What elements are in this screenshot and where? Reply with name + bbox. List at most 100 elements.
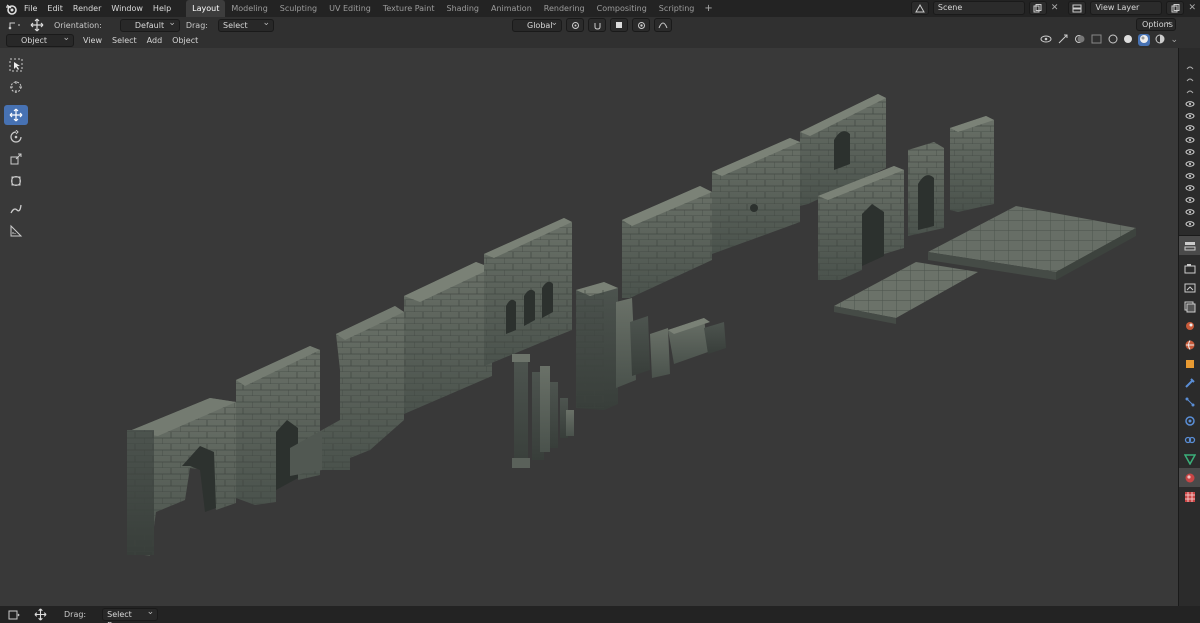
menu-file[interactable]: File xyxy=(19,0,42,17)
rotate-icon[interactable] xyxy=(4,127,28,147)
proportional-edit-icon[interactable] xyxy=(632,18,650,32)
tab-animation[interactable]: Animation xyxy=(485,0,538,17)
shading-options-icon[interactable]: ⌄ xyxy=(1170,35,1178,45)
menu-view[interactable]: View xyxy=(78,36,107,45)
gizmo-icon[interactable] xyxy=(1057,34,1069,46)
upper-stone-wall-2[interactable] xyxy=(712,138,800,254)
copy-view-layer-icon[interactable] xyxy=(1166,1,1185,15)
remove-scene-icon[interactable]: ✕ xyxy=(1051,3,1059,13)
select-box-icon[interactable] xyxy=(4,55,28,75)
stone-columns[interactable] xyxy=(512,354,574,468)
visibility-icon[interactable] xyxy=(1040,34,1052,46)
menu-render[interactable]: Render xyxy=(68,0,106,17)
tab-modeling[interactable]: Modeling xyxy=(225,0,273,17)
tall-stone-wall[interactable] xyxy=(404,262,492,414)
scene-icon[interactable] xyxy=(910,1,929,15)
menu-help[interactable]: Help xyxy=(148,0,176,17)
falloff-icon[interactable] xyxy=(654,18,672,32)
drag-dropdown[interactable]: Select Box xyxy=(217,18,274,41)
visibility-eye-icon[interactable] xyxy=(1179,182,1200,194)
options-dropdown[interactable]: Options xyxy=(1136,17,1176,31)
visibility-eye-icon[interactable] xyxy=(1179,98,1200,110)
visibility-eye-icon[interactable] xyxy=(1179,134,1200,146)
tab-uv-editing[interactable]: UV Editing xyxy=(323,0,377,17)
visibility-eye-icon[interactable] xyxy=(1179,110,1200,122)
tab-compositing[interactable]: Compositing xyxy=(591,0,653,17)
output-properties-icon[interactable] xyxy=(1179,278,1200,297)
data-properties-icon[interactable] xyxy=(1179,449,1200,468)
modifier-properties-icon[interactable] xyxy=(1179,373,1200,392)
tab-texture-paint[interactable]: Texture Paint xyxy=(377,0,441,17)
transform-orientation-dropdown[interactable]: Global xyxy=(512,18,562,32)
visibility-eye-icon[interactable] xyxy=(1179,146,1200,158)
particles-properties-icon[interactable] xyxy=(1179,392,1200,411)
add-workspace-button[interactable]: + xyxy=(700,0,716,17)
snap-icon[interactable] xyxy=(588,18,606,32)
editor-type-icon[interactable] xyxy=(4,610,24,620)
pivot-point-icon[interactable] xyxy=(566,18,584,32)
stone-pillar-and-blocks[interactable] xyxy=(576,282,726,410)
tab-scripting[interactable]: Scripting xyxy=(653,0,701,17)
snap-element-icon[interactable] xyxy=(610,18,628,32)
view-layer-properties-icon[interactable] xyxy=(1179,297,1200,316)
render-properties-icon[interactable] xyxy=(1179,259,1200,278)
properties-tool-icon[interactable] xyxy=(1179,236,1200,255)
status-drag-dropdown[interactable]: Select Box xyxy=(102,607,159,623)
menu-edit[interactable]: Edit xyxy=(42,0,68,17)
collapse-arrow-icon[interactable] xyxy=(1179,62,1200,74)
upper-stone-wall-1[interactable] xyxy=(622,186,712,298)
stone-arch-1[interactable] xyxy=(127,398,236,556)
copy-scene-icon[interactable] xyxy=(1028,1,1047,15)
visibility-eye-icon[interactable] xyxy=(1179,218,1200,230)
remove-view-layer-icon[interactable]: ✕ xyxy=(1188,3,1196,13)
menu-add[interactable]: Add xyxy=(142,36,168,45)
visibility-eye-icon[interactable] xyxy=(1179,206,1200,218)
move-tool-status-icon[interactable] xyxy=(30,608,50,621)
move-tool-icon[interactable] xyxy=(26,18,48,32)
object-properties-icon[interactable] xyxy=(1179,354,1200,373)
overlays-icon[interactable] xyxy=(1074,34,1086,46)
stone-floor-tile-large[interactable] xyxy=(928,206,1136,280)
move-icon[interactable] xyxy=(4,105,28,125)
transform-icon[interactable] xyxy=(4,171,28,191)
menu-object[interactable]: Object xyxy=(167,36,203,45)
constraints-properties-icon[interactable] xyxy=(1179,430,1200,449)
cursor-icon[interactable] xyxy=(4,77,28,97)
material-properties-icon[interactable] xyxy=(1179,468,1200,487)
menu-select[interactable]: Select xyxy=(107,36,142,45)
3d-viewport[interactable] xyxy=(0,48,1178,606)
collapse-arrow-icon[interactable] xyxy=(1179,86,1200,98)
stone-arch-2[interactable] xyxy=(236,346,320,505)
visibility-eye-icon[interactable] xyxy=(1179,122,1200,134)
visibility-eye-icon[interactable] xyxy=(1179,158,1200,170)
shading-wireframe-icon[interactable] xyxy=(1108,34,1118,46)
shading-rendered-icon[interactable] xyxy=(1155,34,1165,46)
menu-window[interactable]: Window xyxy=(106,0,148,17)
physics-properties-icon[interactable] xyxy=(1179,411,1200,430)
arcade-stone-wall[interactable] xyxy=(484,218,572,366)
small-stone-arch[interactable] xyxy=(908,142,944,236)
blender-logo-icon[interactable] xyxy=(2,0,19,17)
stone-pillar-right[interactable] xyxy=(950,116,994,212)
mode-dropdown[interactable]: Object Mode xyxy=(6,33,74,56)
view-layer-field[interactable]: View Layer xyxy=(1090,1,1163,15)
measure-icon[interactable] xyxy=(4,221,28,241)
collapse-arrow-icon[interactable] xyxy=(1179,74,1200,86)
texture-properties-icon[interactable] xyxy=(1179,487,1200,506)
scene-properties-icon[interactable] xyxy=(1179,316,1200,335)
shading-material-icon[interactable] xyxy=(1138,34,1151,46)
editor-type-icon[interactable] xyxy=(4,20,26,30)
world-properties-icon[interactable] xyxy=(1179,335,1200,354)
view-layer-icon[interactable] xyxy=(1068,1,1087,15)
scale-icon[interactable] xyxy=(4,149,28,169)
scene-name-field[interactable]: Scene xyxy=(932,1,1025,15)
orientation-dropdown[interactable]: Default xyxy=(119,18,180,32)
tab-shading[interactable]: Shading xyxy=(440,0,485,17)
annotate-icon[interactable] xyxy=(4,199,28,219)
shading-solid-icon[interactable] xyxy=(1123,34,1133,46)
xray-icon[interactable] xyxy=(1091,34,1103,46)
tab-rendering[interactable]: Rendering xyxy=(538,0,591,17)
tab-layout[interactable]: Layout xyxy=(186,0,226,17)
visibility-eye-icon[interactable] xyxy=(1179,194,1200,206)
visibility-eye-icon[interactable] xyxy=(1179,170,1200,182)
